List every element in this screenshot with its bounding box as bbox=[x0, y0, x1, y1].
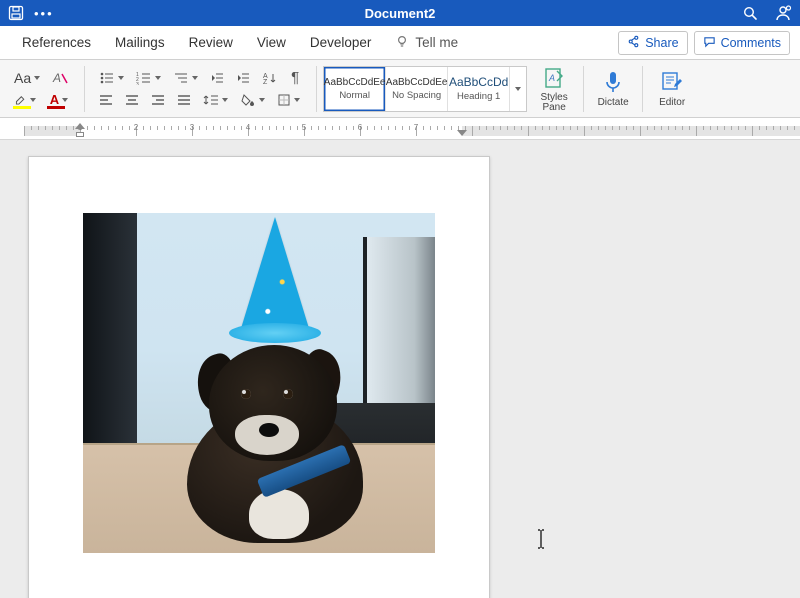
document-canvas[interactable] bbox=[0, 140, 800, 598]
svg-text:A: A bbox=[52, 71, 61, 85]
styles-pane-label: Styles Pane bbox=[531, 93, 577, 113]
style-nospacing-label: No Spacing bbox=[392, 90, 441, 101]
style-heading1-demo: AaBbCcDd bbox=[449, 75, 508, 89]
increase-indent-button[interactable] bbox=[232, 67, 254, 89]
font-group: Aa A A bbox=[6, 63, 78, 115]
shading-button[interactable] bbox=[236, 89, 269, 111]
comments-label: Comments bbox=[721, 36, 781, 50]
style-heading-1[interactable]: AaBbCcDd Heading 1 bbox=[448, 67, 510, 111]
ribbon: Aa A A 123 AZ ¶ bbox=[0, 60, 800, 118]
separator bbox=[84, 66, 85, 112]
align-center-button[interactable] bbox=[121, 89, 143, 111]
style-normal[interactable]: AaBbCcDdEe Normal bbox=[324, 67, 386, 111]
bullets-button[interactable] bbox=[95, 67, 128, 89]
editor-label: Editor bbox=[659, 97, 685, 108]
ribbon-tabs: References Mailings Review View Develope… bbox=[0, 26, 800, 60]
comments-button[interactable]: Comments bbox=[694, 31, 790, 55]
highlight-color-button[interactable] bbox=[10, 89, 40, 111]
show-marks-button[interactable]: ¶ bbox=[284, 67, 306, 89]
separator bbox=[583, 66, 584, 112]
tell-me-label: Tell me bbox=[415, 35, 458, 50]
editor-icon bbox=[660, 69, 684, 95]
tab-developer[interactable]: Developer bbox=[298, 26, 384, 60]
styles-pane-button[interactable]: A Styles Pane bbox=[531, 63, 577, 115]
align-left-button[interactable] bbox=[95, 89, 117, 111]
clear-formatting-button[interactable]: A bbox=[48, 67, 74, 89]
borders-button[interactable] bbox=[273, 89, 304, 111]
document-title: Document2 bbox=[0, 6, 800, 21]
style-nospacing-demo: AaBbCcDdEe bbox=[386, 77, 448, 88]
comment-icon bbox=[703, 35, 716, 51]
share-icon bbox=[627, 35, 640, 51]
style-normal-label: Normal bbox=[339, 90, 370, 101]
tell-me[interactable]: Tell me bbox=[383, 26, 470, 60]
font-color-button[interactable]: A bbox=[44, 89, 74, 111]
svg-text:A: A bbox=[548, 73, 555, 83]
dictate-label: Dictate bbox=[598, 97, 629, 108]
more-icon[interactable]: ••• bbox=[34, 6, 54, 21]
lightbulb-icon bbox=[395, 34, 409, 51]
separator bbox=[642, 66, 643, 112]
save-icon[interactable] bbox=[8, 5, 24, 21]
style-normal-demo: AaBbCcDdEe bbox=[324, 77, 386, 88]
tab-mailings[interactable]: Mailings bbox=[103, 26, 177, 60]
style-heading1-label: Heading 1 bbox=[457, 91, 500, 102]
paragraph-group: 123 AZ ¶ bbox=[91, 63, 310, 115]
style-no-spacing[interactable]: AaBbCcDdEe No Spacing bbox=[386, 67, 448, 111]
multilevel-list-button[interactable] bbox=[169, 67, 202, 89]
editor-button[interactable]: Editor bbox=[649, 63, 695, 115]
search-icon[interactable] bbox=[742, 5, 758, 21]
justify-button[interactable] bbox=[173, 89, 195, 111]
account-icon[interactable] bbox=[774, 4, 792, 22]
tab-review[interactable]: Review bbox=[177, 26, 245, 60]
tab-view[interactable]: View bbox=[245, 26, 298, 60]
text-cursor-icon bbox=[534, 528, 548, 550]
line-spacing-button[interactable] bbox=[199, 89, 232, 111]
microphone-icon bbox=[602, 69, 624, 95]
dictate-button[interactable]: Dictate bbox=[590, 63, 636, 115]
change-case-label: Aa bbox=[14, 70, 31, 86]
share-label: Share bbox=[645, 36, 678, 50]
svg-text:Z: Z bbox=[263, 79, 268, 85]
share-button[interactable]: Share bbox=[618, 31, 687, 55]
change-case-button[interactable]: Aa bbox=[10, 67, 44, 89]
ruler[interactable]: 1234567 bbox=[0, 118, 800, 140]
separator bbox=[316, 66, 317, 112]
svg-text:3: 3 bbox=[136, 82, 139, 85]
title-bar: ••• Document2 bbox=[0, 0, 800, 26]
styles-more-button[interactable] bbox=[510, 67, 526, 111]
inserted-image[interactable] bbox=[83, 213, 435, 553]
styles-gallery[interactable]: AaBbCcDdEe Normal AaBbCcDdEe No Spacing … bbox=[323, 66, 527, 112]
page[interactable] bbox=[28, 156, 490, 598]
decrease-indent-button[interactable] bbox=[206, 67, 228, 89]
tab-references[interactable]: References bbox=[10, 26, 103, 60]
styles-pane-icon: A bbox=[543, 65, 565, 91]
sort-button[interactable]: AZ bbox=[258, 67, 280, 89]
align-right-button[interactable] bbox=[147, 89, 169, 111]
numbering-button[interactable]: 123 bbox=[132, 67, 165, 89]
